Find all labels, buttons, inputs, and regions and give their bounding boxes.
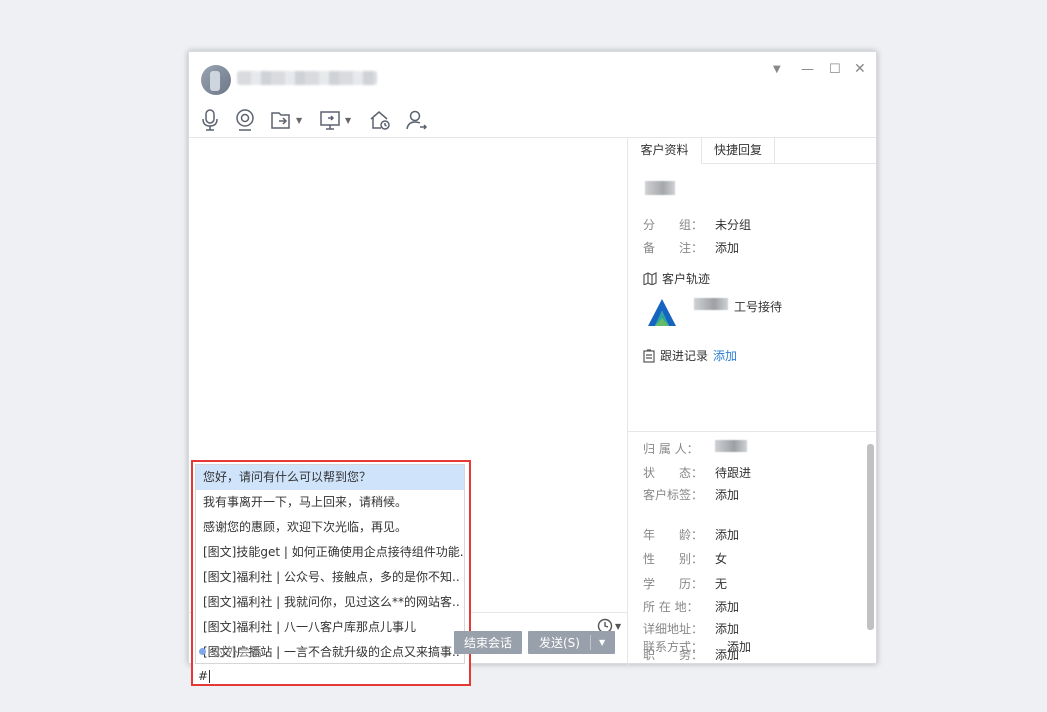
camera-icon[interactable] [235, 108, 255, 132]
send-button-label: 发送(S) [539, 636, 580, 650]
education-row: 学 历： 无 [643, 575, 727, 592]
toolbar: ▼ ▼ [189, 104, 876, 138]
customer-panel: 客户资料 快捷回复 分 组： 未分组 备 注： 添加 客户轨迹 工号接待 跟进记… [628, 138, 876, 665]
home-lock-icon[interactable] [369, 108, 391, 132]
avatar[interactable] [201, 65, 231, 95]
session-type: 对外会话 [199, 643, 262, 660]
track-agent-row: 工号接待 [694, 298, 782, 315]
quick-reply-item[interactable]: [图文]福利社 | 公众号、接触点，多的是你不知.. [196, 565, 464, 590]
remark-row: 备 注： 添加 [643, 239, 739, 256]
remark-add-link[interactable]: 添加 [715, 239, 739, 256]
clipboard-icon [643, 348, 655, 363]
address-row: 详细地址： 添加 [643, 620, 739, 637]
screen-share-icon[interactable]: ▼ [320, 108, 351, 132]
contact-add-link[interactable]: 添加 [727, 638, 751, 655]
location-label: 所 在 地： [643, 600, 699, 614]
panel-scrollbar[interactable] [867, 444, 874, 630]
owner-row: 归 属 人： [643, 440, 753, 457]
tag-label: 客户标签： [643, 488, 704, 502]
agent-suffix: 工号接待 [734, 300, 783, 314]
title-bar: ▼ — ☐ ✕ [189, 52, 876, 104]
gender-value: 女 [715, 552, 728, 566]
quick-reply-item[interactable]: 感谢您的惠顾，欢迎下次光临，再见。 [196, 515, 464, 540]
end-session-button[interactable]: 结束会话 [454, 631, 522, 654]
session-label: 对外会话 [214, 645, 263, 659]
quick-reply-list: 您好，请问有什么可以帮到您？ 我有事离开一下，马上回来，请稍候。 感谢您的惠顾，… [195, 464, 465, 664]
folder-send-icon[interactable]: ▼ [271, 108, 302, 132]
group-row: 分 组： 未分组 [643, 216, 751, 233]
message-input[interactable]: # [198, 669, 210, 683]
tag-add-link[interactable]: 添加 [715, 486, 739, 503]
dropdown-icon[interactable]: ▼ [773, 64, 781, 75]
section-divider [628, 431, 876, 432]
group-label: 分 组： [643, 218, 704, 232]
quick-reply-item[interactable]: [图文]福利社 | 八一八客户库那点儿事儿 [196, 615, 464, 640]
quick-reply-item[interactable]: 您好，请问有什么可以帮到您？ [196, 465, 464, 490]
microphone-icon[interactable] [201, 108, 219, 132]
contact-label: 联系方式： [643, 640, 704, 654]
contact-name-blurred [237, 71, 377, 85]
contact-row: 联系方式： 添加 [643, 638, 751, 655]
address-add-link[interactable]: 添加 [715, 620, 739, 637]
status-row: 状 态： 待跟进 [643, 464, 751, 481]
location-row: 所 在 地： 添加 [643, 598, 739, 615]
chat-window: ▼ — ☐ ✕ ▼ ▼ ▼ 您好，请问有什么可以帮到您？ 我有事离开一下，马上回… [188, 51, 877, 686]
tab-customer-info[interactable]: 客户资料 [628, 138, 702, 164]
quick-reply-item[interactable]: 我有事离开一下，马上回来，请稍候。 [196, 490, 464, 515]
gender-label: 性 别： [643, 552, 704, 566]
session-dot-icon [199, 648, 206, 655]
tab-quick-reply[interactable]: 快捷回复 [702, 138, 775, 163]
owner-value-blurred [715, 440, 747, 452]
remark-label: 备 注： [643, 241, 704, 255]
quick-reply-item[interactable]: [图文]技能get | 如何正确使用企点接待组件功能. [196, 540, 464, 565]
quick-reply-item[interactable]: [图文]福利社 | 我就问你，见过这么**的网站客.. [196, 590, 464, 615]
close-icon[interactable]: ✕ [854, 61, 866, 77]
status-label: 状 态： [643, 466, 704, 480]
followup-title: 跟进记录 [660, 349, 709, 363]
age-label: 年 龄： [643, 528, 704, 542]
agent-logo-icon [645, 296, 679, 330]
address-label: 详细地址： [643, 622, 704, 636]
education-value: 无 [715, 577, 728, 591]
map-icon [643, 272, 657, 285]
tag-row: 客户标签： 添加 [643, 486, 739, 503]
age-row: 年 龄： 添加 [643, 526, 739, 543]
owner-label: 归 属 人： [643, 442, 699, 456]
education-label: 学 历： [643, 577, 704, 591]
customer-name-blurred [645, 181, 675, 195]
gender-row: 性 别： 女 [643, 550, 727, 567]
track-section-title: 客户轨迹 [643, 270, 710, 287]
group-value: 未分组 [715, 218, 752, 232]
send-button[interactable]: 发送(S) ▼ [528, 631, 615, 654]
send-options-icon[interactable]: ▼ [599, 638, 605, 647]
panel-tabs: 客户资料 快捷回复 [628, 138, 876, 164]
agent-id-blurred [694, 298, 728, 310]
location-add-link[interactable]: 添加 [715, 598, 739, 615]
transfer-user-icon[interactable] [406, 108, 428, 132]
followup-section-title: 跟进记录 添加 [643, 347, 737, 364]
minimize-icon[interactable]: — [801, 62, 814, 77]
age-add-link[interactable]: 添加 [715, 526, 739, 543]
track-title: 客户轨迹 [662, 272, 711, 286]
chat-area: ▼ 您好，请问有什么可以帮到您？ 我有事离开一下，马上回来，请稍候。 感谢您的惠… [189, 138, 627, 686]
status-value: 待跟进 [715, 466, 752, 480]
followup-add-link[interactable]: 添加 [713, 347, 737, 364]
send-separator [590, 635, 591, 650]
maximize-icon[interactable]: ☐ [829, 62, 841, 77]
